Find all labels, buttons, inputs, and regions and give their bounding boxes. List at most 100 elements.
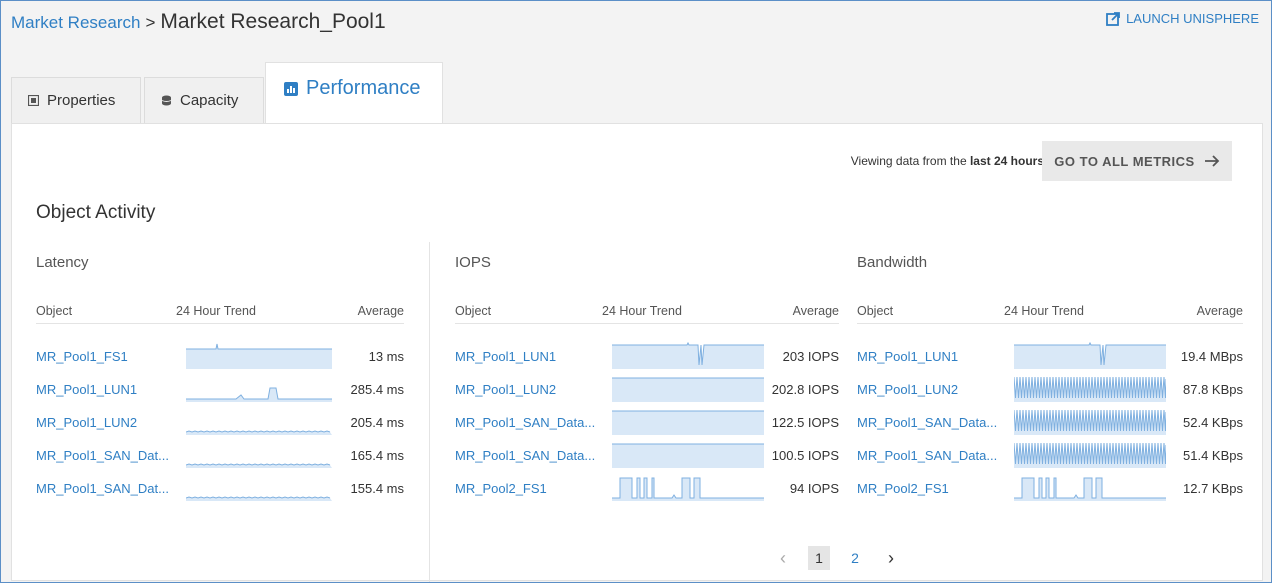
object-activity-title: Object Activity — [36, 202, 156, 223]
tab-properties[interactable]: Properties — [11, 77, 141, 123]
trend-sparkline — [612, 374, 764, 407]
all-metrics-label: GO TO ALL METRICS — [1054, 153, 1195, 169]
average-value: 205.4 ms — [350, 415, 404, 430]
bandwidth-col-trend: 24 Hour Trend — [1004, 304, 1084, 318]
database-icon — [161, 95, 172, 106]
bandwidth-col-object: Object — [857, 304, 894, 318]
iops-col-average: Average — [792, 304, 839, 318]
iops-col-object: Object — [455, 304, 492, 318]
launch-unisphere-link[interactable]: LAUNCH UNISPHERE — [1106, 11, 1259, 26]
bar-chart-icon — [284, 82, 298, 96]
viewing-prefix: Viewing data from the — [850, 154, 967, 168]
app-frame: Market Research > Market Research_Pool1 LA… — [0, 0, 1272, 583]
object-link[interactable]: MR_Pool1_LUN2 — [455, 382, 556, 397]
table-row: MR_Pool2_FS1 94 IOPS — [455, 473, 839, 505]
trend-sparkline — [186, 374, 332, 407]
page-title: Market Research_Pool1 — [160, 10, 386, 33]
trend-sparkline — [1013, 374, 1167, 407]
pagination: ‹ 1 2 › — [772, 546, 902, 570]
trend-sparkline — [612, 407, 764, 440]
trend-sparkline — [186, 341, 332, 374]
object-link[interactable]: MR_Pool1_LUN2 — [857, 382, 958, 397]
average-value: 87.8 KBps — [1183, 382, 1243, 397]
table-row: MR_Pool1_FS1 13 ms — [36, 341, 404, 373]
table-row: MR_Pool1_SAN_Data... 51.4 KBps — [857, 440, 1243, 472]
bandwidth-section: Bandwidth Object 24 Hour Trend Average M… — [857, 254, 1243, 501]
sparkline-area — [1014, 343, 1166, 369]
page-1-button[interactable]: 1 — [808, 546, 830, 570]
trend-sparkline — [1014, 341, 1166, 374]
trend-sparkline — [612, 341, 764, 374]
table-row: MR_Pool1_LUN2 87.8 KBps — [857, 374, 1243, 406]
trend-sparkline — [612, 440, 764, 473]
bandwidth-title: Bandwidth — [857, 254, 928, 271]
trend-sparkline — [1014, 473, 1166, 506]
launch-unisphere-label: LAUNCH UNISPHERE — [1126, 11, 1259, 26]
object-link[interactable]: MR_Pool1_LUN1 — [36, 382, 137, 397]
table-row: MR_Pool2_FS1 12.7 KBps — [857, 473, 1243, 505]
average-value: 52.4 KBps — [1183, 415, 1243, 430]
sparkline-area — [612, 411, 764, 435]
external-link-icon — [1106, 11, 1120, 26]
trend-sparkline — [612, 473, 764, 506]
object-link[interactable]: MR_Pool1_FS1 — [36, 349, 128, 364]
sparkline-line — [186, 387, 332, 400]
object-link[interactable]: MR_Pool1_LUN1 — [455, 349, 556, 364]
iops-section: IOPS Object 24 Hour Trend Average MR_Poo… — [455, 254, 839, 501]
arrow-right-icon — [1204, 155, 1219, 167]
object-link[interactable]: MR_Pool2_FS1 — [455, 481, 547, 496]
iops-col-trend: 24 Hour Trend — [602, 304, 682, 318]
table-row: MR_Pool1_LUN1 19.4 MBps — [857, 341, 1243, 373]
iops-title: IOPS — [455, 254, 491, 271]
breadcrumb-separator: > — [145, 13, 156, 32]
sparkline-area — [612, 343, 764, 369]
go-to-all-metrics-button[interactable]: GO TO ALL METRICS — [1042, 141, 1232, 181]
object-link[interactable]: MR_Pool1_SAN_Data... — [455, 415, 595, 430]
average-value: 19.4 MBps — [1180, 349, 1243, 364]
latency-section: Latency Object 24 Hour Trend Average MR_… — [36, 254, 404, 501]
breadcrumb: Market Research > Market Research_Pool1 — [11, 10, 386, 34]
trend-sparkline — [1013, 440, 1167, 473]
object-link[interactable]: MR_Pool1_SAN_Data... — [857, 415, 997, 430]
latency-col-average: Average — [357, 304, 404, 318]
sparkline-area — [186, 388, 332, 402]
prev-page-button[interactable]: ‹ — [772, 546, 794, 570]
object-link[interactable]: MR_Pool1_SAN_Dat... — [36, 481, 169, 496]
table-row: MR_Pool1_SAN_Dat... 155.4 ms — [36, 473, 404, 505]
average-value: 100.5 IOPS — [771, 448, 839, 463]
table-row: MR_Pool1_LUN2 205.4 ms — [36, 407, 404, 439]
object-link[interactable]: MR_Pool1_SAN_Data... — [857, 448, 997, 463]
average-value: 12.7 KBps — [1183, 481, 1243, 496]
average-value: 155.4 ms — [350, 481, 404, 496]
average-value: 165.4 ms — [350, 448, 404, 463]
average-value: 203 IOPS — [782, 349, 839, 364]
object-link[interactable]: MR_Pool1_LUN1 — [857, 349, 958, 364]
table-row: MR_Pool1_SAN_Data... 52.4 KBps — [857, 407, 1243, 439]
page-2-button[interactable]: 2 — [844, 546, 866, 570]
object-link[interactable]: MR_Pool2_FS1 — [857, 481, 949, 496]
latency-col-object: Object — [36, 304, 73, 318]
table-row: MR_Pool1_SAN_Data... 122.5 IOPS — [455, 407, 839, 439]
average-value: 202.8 IOPS — [771, 382, 839, 397]
sparkline-area — [612, 444, 764, 468]
section-divider — [429, 242, 430, 582]
breadcrumb-parent-link[interactable]: Market Research — [11, 13, 140, 32]
object-link[interactable]: MR_Pool1_SAN_Dat... — [36, 448, 169, 463]
tab-capacity[interactable]: Capacity — [144, 77, 264, 123]
tab-performance[interactable]: Performance — [265, 62, 443, 123]
bandwidth-col-average: Average — [1196, 304, 1243, 318]
performance-panel: Viewing data from the last 24 hours GO T… — [11, 123, 1263, 582]
properties-icon — [28, 95, 39, 106]
table-row: MR_Pool1_LUN1 285.4 ms — [36, 374, 404, 406]
sparkline-area — [186, 344, 332, 369]
tab-performance-label: Performance — [306, 77, 421, 99]
object-link[interactable]: MR_Pool1_LUN2 — [36, 415, 137, 430]
object-link[interactable]: MR_Pool1_SAN_Data... — [455, 448, 595, 463]
trend-sparkline — [1013, 407, 1167, 440]
next-page-button[interactable]: › — [880, 546, 902, 570]
average-value: 51.4 KBps — [1183, 448, 1243, 463]
average-value: 122.5 IOPS — [771, 415, 839, 430]
latency-header-rule — [36, 323, 404, 324]
trend-sparkline — [185, 473, 332, 506]
table-row: MR_Pool1_LUN2 202.8 IOPS — [455, 374, 839, 406]
